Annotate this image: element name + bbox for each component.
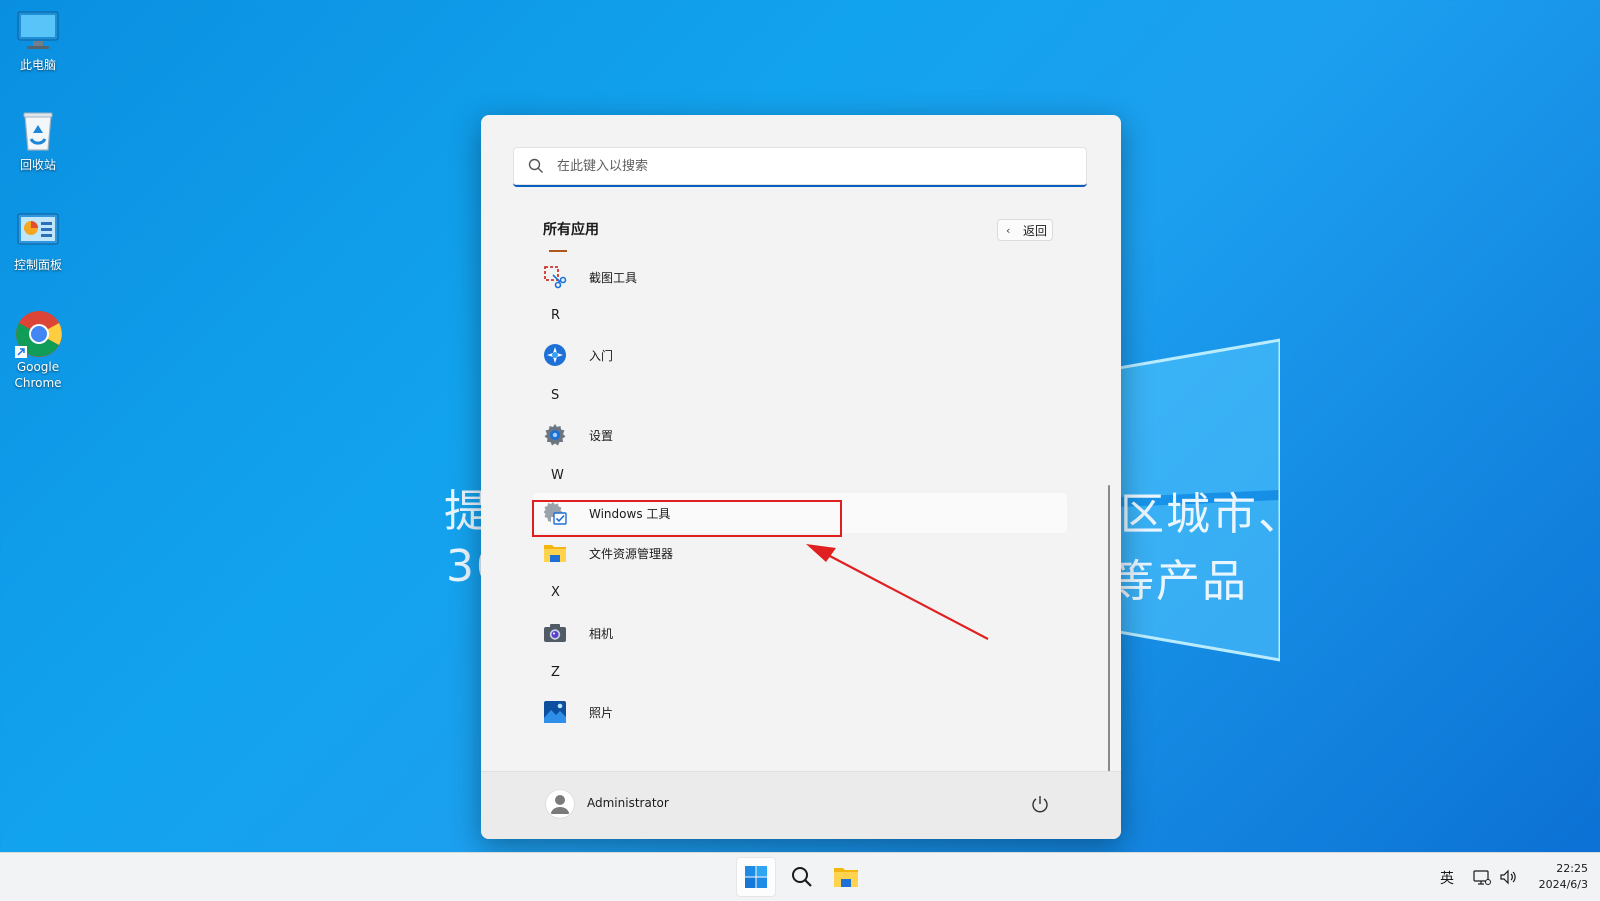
desktop-icon-label: 此电脑: [19, 58, 56, 72]
wallpaper-text: 等产品: [1110, 556, 1248, 607]
start-icon: [745, 866, 767, 888]
taskbar: 英 22:25 2024/6/3: [0, 852, 1600, 901]
user-avatar[interactable]: [545, 789, 575, 819]
app-item-label: 截图工具: [589, 271, 638, 285]
app-item-label: 设置: [589, 429, 614, 443]
scrollbar[interactable]: [1108, 485, 1110, 795]
chevron-left-icon: ‹: [1006, 224, 1011, 237]
control-panel-icon: [15, 208, 61, 254]
file-explorer-icon: [544, 545, 566, 562]
letter-header-x[interactable]: X: [551, 585, 560, 600]
file-explorer-icon: [834, 868, 858, 887]
network-icon[interactable]: [1472, 867, 1492, 887]
back-button-label: 返回: [1023, 224, 1048, 238]
search-input[interactable]: [555, 153, 1059, 179]
letter-header-s[interactable]: S: [551, 388, 559, 403]
clock-time: 22:25: [1556, 862, 1588, 875]
volume-icon[interactable]: [1498, 867, 1518, 887]
taskbar-search-button[interactable]: [782, 857, 822, 897]
app-item-snipping-tool[interactable]: 截图工具: [533, 257, 1067, 297]
user-icon: [551, 795, 569, 814]
chrome-icon: [15, 310, 62, 358]
app-item-label: 照片: [589, 706, 614, 720]
desktop-icon-label: 控制面板: [13, 258, 62, 272]
settings-gear-icon: [544, 424, 566, 446]
clock-date: 2024/6/3: [1538, 878, 1588, 891]
wallpaper-text: 区城市、: [1120, 489, 1304, 540]
taskbar-file-explorer-button[interactable]: [826, 857, 866, 897]
app-list: 截图工具 R 入门 S 设置 W Windows 工具 文件资源管理器 X 相机…: [481, 245, 1121, 839]
recycle-bin-icon: [15, 108, 61, 154]
app-item-label: 入门: [589, 349, 614, 363]
ime-indicator[interactable]: 英: [1440, 868, 1454, 888]
get-started-icon: [544, 344, 566, 366]
app-item-camera[interactable]: 相机: [533, 613, 1067, 653]
system-clock[interactable]: 22:25 2024/6/3: [1528, 861, 1588, 893]
snipping-tool-icon: [544, 266, 567, 289]
letter-header-z[interactable]: Z: [551, 665, 560, 680]
desktop-icon-label: 回收站: [19, 158, 56, 172]
app-item-get-started[interactable]: 入门: [533, 335, 1067, 375]
start-menu-footer: Administrator: [481, 771, 1121, 839]
camera-icon: [544, 624, 566, 642]
user-name[interactable]: Administrator: [587, 796, 669, 810]
letter-header-r[interactable]: R: [551, 308, 560, 323]
power-icon[interactable]: [1029, 793, 1051, 815]
photos-icon: [544, 701, 566, 723]
back-button[interactable]: ‹ 返回: [997, 219, 1053, 241]
app-item-photos[interactable]: 照片: [533, 692, 1067, 732]
desktop-icon-chrome[interactable]: Google Chrome: [2, 310, 74, 391]
desktop-icon-label: Google Chrome: [14, 360, 62, 390]
app-item-settings[interactable]: 设置: [533, 415, 1067, 455]
start-menu: 所有应用 ‹ 返回 截图工具 R 入门 S: [481, 115, 1121, 839]
letter-header-w[interactable]: W: [551, 468, 564, 483]
start-button[interactable]: [736, 857, 776, 897]
desktop-icon-recycle-bin[interactable]: 回收站: [2, 108, 74, 173]
search-box[interactable]: [513, 147, 1087, 187]
app-item-file-explorer[interactable]: 文件资源管理器: [533, 533, 1067, 573]
annotation-highlight-box: [532, 500, 842, 537]
computer-icon: [15, 8, 61, 54]
search-icon: [528, 158, 543, 173]
desktop-icon-this-pc[interactable]: 此电脑: [2, 8, 74, 73]
app-item-label: 相机: [589, 627, 614, 641]
app-item-label: 文件资源管理器: [589, 547, 674, 561]
section-title: 所有应用: [543, 222, 599, 238]
desktop-icon-control-panel[interactable]: 控制面板: [2, 208, 74, 273]
search-icon: [792, 867, 812, 887]
